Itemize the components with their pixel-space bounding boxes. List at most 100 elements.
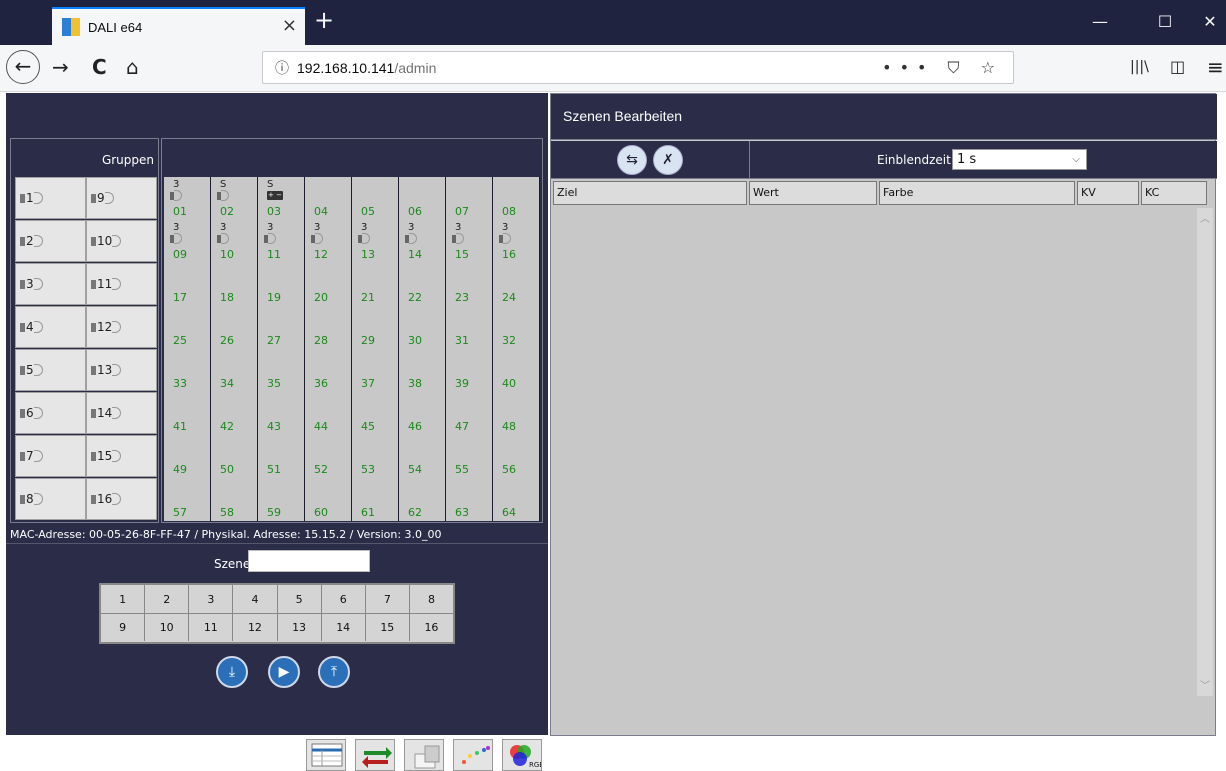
- scene-number-button[interactable]: 3: [189, 585, 234, 613]
- device-cell[interactable]: 28: [305, 306, 352, 349]
- device-cell[interactable]: 07: [446, 177, 493, 220]
- device-cell[interactable]: 36: [305, 349, 352, 392]
- column-header-kc[interactable]: KC: [1141, 181, 1207, 205]
- scene-number-button[interactable]: 10: [145, 614, 190, 641]
- device-cell[interactable]: 3 15: [446, 220, 493, 263]
- column-header-kv[interactable]: KV: [1077, 181, 1139, 205]
- device-cell[interactable]: 48: [493, 392, 540, 435]
- device-cell[interactable]: 63: [446, 478, 493, 521]
- device-cell[interactable]: 58: [211, 478, 258, 521]
- maximize-icon[interactable]: ☐: [1155, 12, 1175, 31]
- add-target-button[interactable]: ⇆: [617, 145, 647, 175]
- device-cell[interactable]: 57: [164, 478, 211, 521]
- group-button[interactable]: 12: [86, 306, 157, 348]
- remove-target-button[interactable]: ✗: [653, 145, 683, 175]
- device-cell[interactable]: 60: [305, 478, 352, 521]
- device-cell[interactable]: 3 10: [211, 220, 258, 263]
- group-button[interactable]: 14: [86, 392, 157, 434]
- group-button[interactable]: 9: [86, 177, 157, 219]
- back-arrow-icon[interactable]: ←: [6, 50, 40, 84]
- device-cell[interactable]: 3 13: [352, 220, 399, 263]
- group-button[interactable]: 6: [15, 392, 86, 434]
- menu-icon[interactable]: ≡: [1207, 55, 1224, 79]
- device-cell[interactable]: 59: [258, 478, 305, 521]
- color-dots-button[interactable]: [453, 739, 493, 771]
- group-button[interactable]: 4: [15, 306, 86, 348]
- device-cell[interactable]: 38: [399, 349, 446, 392]
- device-cell[interactable]: 37: [352, 349, 399, 392]
- scene-number-button[interactable]: 9: [101, 614, 146, 641]
- list-view-button[interactable]: [306, 739, 346, 771]
- device-cell[interactable]: 30: [399, 306, 446, 349]
- device-cell[interactable]: 08: [493, 177, 540, 220]
- scene-number-button[interactable]: 6: [322, 585, 366, 613]
- scene-number-button[interactable]: 1: [101, 585, 146, 613]
- group-button[interactable]: 13: [86, 349, 157, 391]
- device-cell[interactable]: 45: [352, 392, 399, 435]
- device-cell[interactable]: 39: [446, 349, 493, 392]
- device-cell[interactable]: 49: [164, 435, 211, 478]
- device-cell[interactable]: 43: [258, 392, 305, 435]
- window-close-icon[interactable]: ✕: [1200, 12, 1220, 31]
- device-cell[interactable]: 64: [493, 478, 540, 521]
- device-cell[interactable]: 32: [493, 306, 540, 349]
- device-cell[interactable]: 26: [211, 306, 258, 349]
- device-cell[interactable]: 21: [352, 263, 399, 306]
- device-cell[interactable]: 54: [399, 435, 446, 478]
- device-cell[interactable]: 23: [446, 263, 493, 306]
- swap-button[interactable]: [355, 739, 395, 771]
- scene-number-button[interactable]: 14: [322, 614, 366, 641]
- device-cell[interactable]: 34: [211, 349, 258, 392]
- device-cell[interactable]: + − S 03: [258, 177, 305, 220]
- device-cell[interactable]: 31: [446, 306, 493, 349]
- layers-button[interactable]: [404, 739, 444, 771]
- group-button[interactable]: 2: [15, 220, 86, 262]
- scroll-up-icon[interactable]: ︿: [1200, 210, 1210, 225]
- group-button[interactable]: 7: [15, 435, 86, 477]
- device-cell[interactable]: 27: [258, 306, 305, 349]
- device-cell[interactable]: 62: [399, 478, 446, 521]
- device-cell[interactable]: 24: [493, 263, 540, 306]
- device-cell[interactable]: 42: [211, 392, 258, 435]
- device-cell[interactable]: 04: [305, 177, 352, 220]
- store-scene-button[interactable]: ⤓: [216, 656, 248, 688]
- group-button[interactable]: 5: [15, 349, 86, 391]
- group-button[interactable]: 8: [15, 478, 86, 520]
- device-cell[interactable]: 47: [446, 392, 493, 435]
- column-header-value[interactable]: Wert: [749, 181, 877, 205]
- scene-number-button[interactable]: 16: [410, 614, 453, 641]
- column-header-color[interactable]: Farbe: [879, 181, 1075, 205]
- device-cell[interactable]: 33: [164, 349, 211, 392]
- recall-scene-button[interactable]: ⤒: [318, 656, 350, 688]
- device-cell[interactable]: 35: [258, 349, 305, 392]
- device-cell[interactable]: 06: [399, 177, 446, 220]
- page-actions-icon[interactable]: ••• ⛉ ☆: [882, 58, 1003, 78]
- device-cell[interactable]: 22: [399, 263, 446, 306]
- device-cell[interactable]: S 02: [211, 177, 258, 220]
- sidebar-icon[interactable]: ◫: [1170, 57, 1185, 76]
- browser-tab[interactable]: DALI e64 ×: [52, 7, 305, 45]
- group-button[interactable]: 3: [15, 263, 86, 305]
- reload-icon[interactable]: C: [92, 55, 107, 79]
- play-scene-button[interactable]: ▶: [268, 656, 300, 688]
- library-icon[interactable]: |||\: [1130, 59, 1149, 75]
- group-button[interactable]: 15: [86, 435, 157, 477]
- device-cell[interactable]: 05: [352, 177, 399, 220]
- device-cell[interactable]: 61: [352, 478, 399, 521]
- home-icon[interactable]: ⌂: [126, 55, 139, 79]
- group-button[interactable]: 1: [15, 177, 86, 219]
- site-info-icon[interactable]: ⓘ: [275, 58, 289, 78]
- device-cell[interactable]: 20: [305, 263, 352, 306]
- device-cell[interactable]: 3 01: [164, 177, 211, 220]
- device-cell[interactable]: 29: [352, 306, 399, 349]
- rgb-button[interactable]: RGB: [502, 739, 542, 771]
- group-button[interactable]: 16: [86, 478, 157, 520]
- tab-close-icon[interactable]: ×: [282, 15, 297, 36]
- scene-number-button[interactable]: 2: [145, 585, 190, 613]
- device-cell[interactable]: 50: [211, 435, 258, 478]
- device-cell[interactable]: 18: [211, 263, 258, 306]
- scene-number-button[interactable]: 7: [366, 585, 410, 613]
- scene-number-button[interactable]: 4: [233, 585, 278, 613]
- scene-number-button[interactable]: 5: [278, 585, 322, 613]
- scene-number-button[interactable]: 13: [278, 614, 322, 641]
